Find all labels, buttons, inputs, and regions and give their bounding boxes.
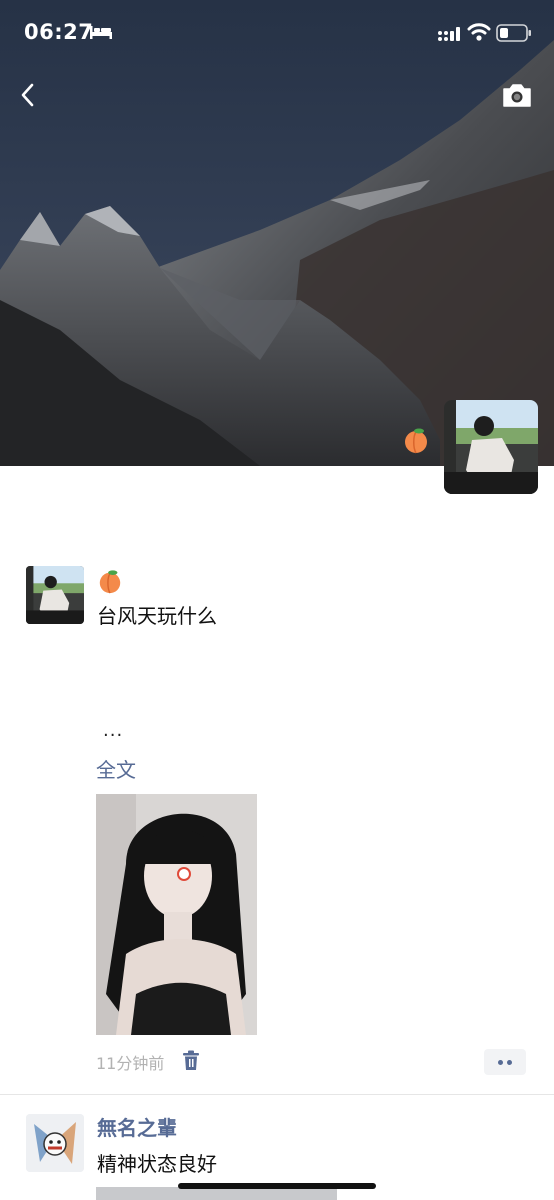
trash-icon[interactable] xyxy=(182,1050,200,1072)
dot-icon xyxy=(498,1060,503,1065)
mountain-landscape-image xyxy=(0,0,554,466)
post-timestamp: 11分钟前 xyxy=(96,1054,165,1073)
peach-emoji-icon xyxy=(405,428,427,454)
post-author-avatar[interactable] xyxy=(26,1114,84,1172)
status-time: 06:27 xyxy=(24,20,94,44)
battery-icon xyxy=(496,24,531,42)
owner-avatar[interactable] xyxy=(444,400,538,494)
full-text-link[interactable]: 全文 xyxy=(96,754,136,783)
status-bar: 06:27 xyxy=(0,0,554,66)
post-text: 台风天玩什么 xyxy=(97,604,217,628)
home-indicator xyxy=(178,1183,376,1189)
dot-icon xyxy=(507,1060,512,1065)
post-photo[interactable] xyxy=(96,794,257,1035)
signal-icon xyxy=(438,27,460,41)
post-ellipsis: ... xyxy=(103,720,124,741)
post-author-name[interactable]: 無名之輩 xyxy=(97,1112,177,1141)
bed-icon xyxy=(90,26,112,39)
post-text: 精神状态良好 xyxy=(97,1152,217,1176)
peach-emoji-icon xyxy=(99,570,121,594)
wifi-icon xyxy=(467,23,491,41)
camera-icon[interactable] xyxy=(500,80,534,110)
back-button[interactable] xyxy=(14,78,44,112)
post-author-avatar[interactable] xyxy=(26,566,84,624)
cover-photo[interactable]: 06:27 xyxy=(0,0,554,466)
more-actions-button[interactable] xyxy=(484,1049,526,1075)
post-divider xyxy=(0,1094,554,1095)
